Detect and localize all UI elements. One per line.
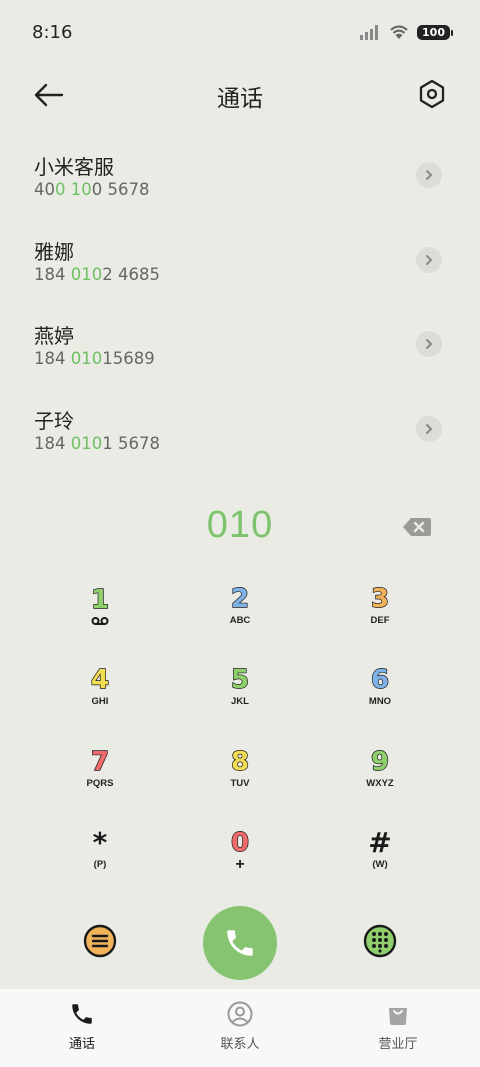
dialpad-icon[interactable]: [362, 923, 398, 959]
header: 通话: [0, 66, 480, 126]
key-3[interactable]: 3 DEF: [310, 570, 450, 652]
tab-label: 联系人: [220, 1037, 260, 1052]
call-button[interactable]: [203, 906, 277, 980]
key-digit: 5: [230, 665, 250, 696]
key-2[interactable]: 2 ABC: [170, 570, 310, 652]
key-letters: +: [235, 856, 245, 874]
contact-row[interactable]: 小米客服 400 100 5678: [0, 138, 480, 223]
tab-contacts[interactable]: 联系人: [180, 1001, 300, 1052]
contact-number: 184 0101 5678: [34, 433, 160, 453]
key-letters: DEF: [370, 614, 390, 626]
key-digit: 9: [370, 746, 390, 777]
chevron-right-icon[interactable]: [416, 331, 442, 357]
key-digit: 8: [230, 746, 250, 777]
contact-suggestions: 小米客服 400 100 5678 雅娜 184 0102 4685 燕婷 18…: [0, 138, 480, 476]
keypad: 1 2 ABC 3 DEF 4 GHI 5 JKL 6 MNO 7 PQRS 8…: [30, 570, 450, 896]
tab-label: 通话: [68, 1037, 95, 1052]
contact-number: 184 0102 4685: [34, 264, 160, 284]
menu-icon[interactable]: [82, 923, 118, 959]
signal-icon: [360, 25, 379, 40]
phone-icon: [72, 1004, 92, 1024]
voicemail-icon: [91, 616, 109, 625]
dial-display: 010: [0, 500, 480, 556]
key-5[interactable]: 5 JKL: [170, 652, 310, 734]
key-star[interactable]: * (P): [30, 815, 170, 897]
key-letters: PQRS: [86, 777, 114, 789]
key-digit: *: [92, 826, 108, 860]
key-letters: (W): [372, 859, 388, 871]
key-letters: ABC: [229, 614, 251, 626]
contact-name: 雅娜: [34, 239, 74, 264]
key-4[interactable]: 4 GHI: [30, 652, 170, 734]
chevron-right-icon[interactable]: [416, 162, 442, 188]
key-7[interactable]: 7 PQRS: [30, 733, 170, 815]
settings-hexagon-icon[interactable]: [418, 78, 446, 110]
battery-indicator: 100: [417, 24, 453, 40]
contact-number: 184 01015689: [34, 349, 155, 368]
contact-row[interactable]: 雅娜 184 0102 4685: [0, 223, 480, 308]
shopping-bag-icon: [389, 1008, 407, 1025]
contact-row[interactable]: 燕婷 184 01015689: [0, 307, 480, 392]
key-digit: 4: [90, 665, 110, 696]
status-time: 8:16: [32, 22, 73, 43]
key-8[interactable]: 8 TUV: [170, 733, 310, 815]
bottom-tab-bar: 通话 联系人 营业厅: [0, 989, 480, 1067]
wifi-icon: [390, 25, 408, 39]
contact-number: 400 100 5678: [34, 180, 150, 199]
chevron-right-icon[interactable]: [416, 246, 442, 273]
key-letters: (P): [93, 859, 107, 871]
key-digit: 7: [90, 746, 110, 777]
key-letters: WXYZ: [366, 777, 394, 789]
key-letters: GHI: [91, 696, 109, 708]
call-actions: [0, 905, 480, 981]
phone-icon: [227, 930, 253, 956]
key-6[interactable]: 6 MNO: [310, 652, 450, 734]
key-digit: 2: [230, 583, 250, 614]
key-digit: 1: [90, 584, 110, 615]
key-digit: #: [368, 826, 392, 860]
contact-name: 小米客服: [34, 155, 114, 179]
key-1[interactable]: 1: [30, 570, 170, 652]
contacts-icon: [227, 1001, 253, 1027]
key-digit: 3: [370, 583, 390, 614]
backspace-icon[interactable]: [402, 516, 432, 538]
tab-calls[interactable]: 通话: [22, 1001, 142, 1052]
key-letters: TUV: [230, 777, 250, 789]
key-letters: MNO: [368, 696, 392, 708]
page-title: 通话: [217, 86, 263, 112]
tab-service-hall[interactable]: 营业厅: [338, 1001, 458, 1052]
chevron-right-icon[interactable]: [416, 415, 442, 442]
key-hash[interactable]: # (W): [310, 815, 450, 897]
status-bar: 8:16 100: [0, 0, 480, 66]
contact-name: 燕婷: [34, 324, 74, 348]
status-icons: 100: [359, 24, 453, 40]
contact-row[interactable]: 子玲 184 0101 5678: [0, 392, 480, 477]
key-digit: 6: [370, 665, 390, 696]
key-digit: 0: [230, 828, 250, 859]
contact-name: 子玲: [34, 408, 74, 433]
key-letters: JKL: [231, 696, 249, 708]
key-9[interactable]: 9 WXYZ: [310, 733, 450, 815]
tab-label: 营业厅: [378, 1037, 418, 1052]
key-0[interactable]: 0 +: [170, 815, 310, 897]
